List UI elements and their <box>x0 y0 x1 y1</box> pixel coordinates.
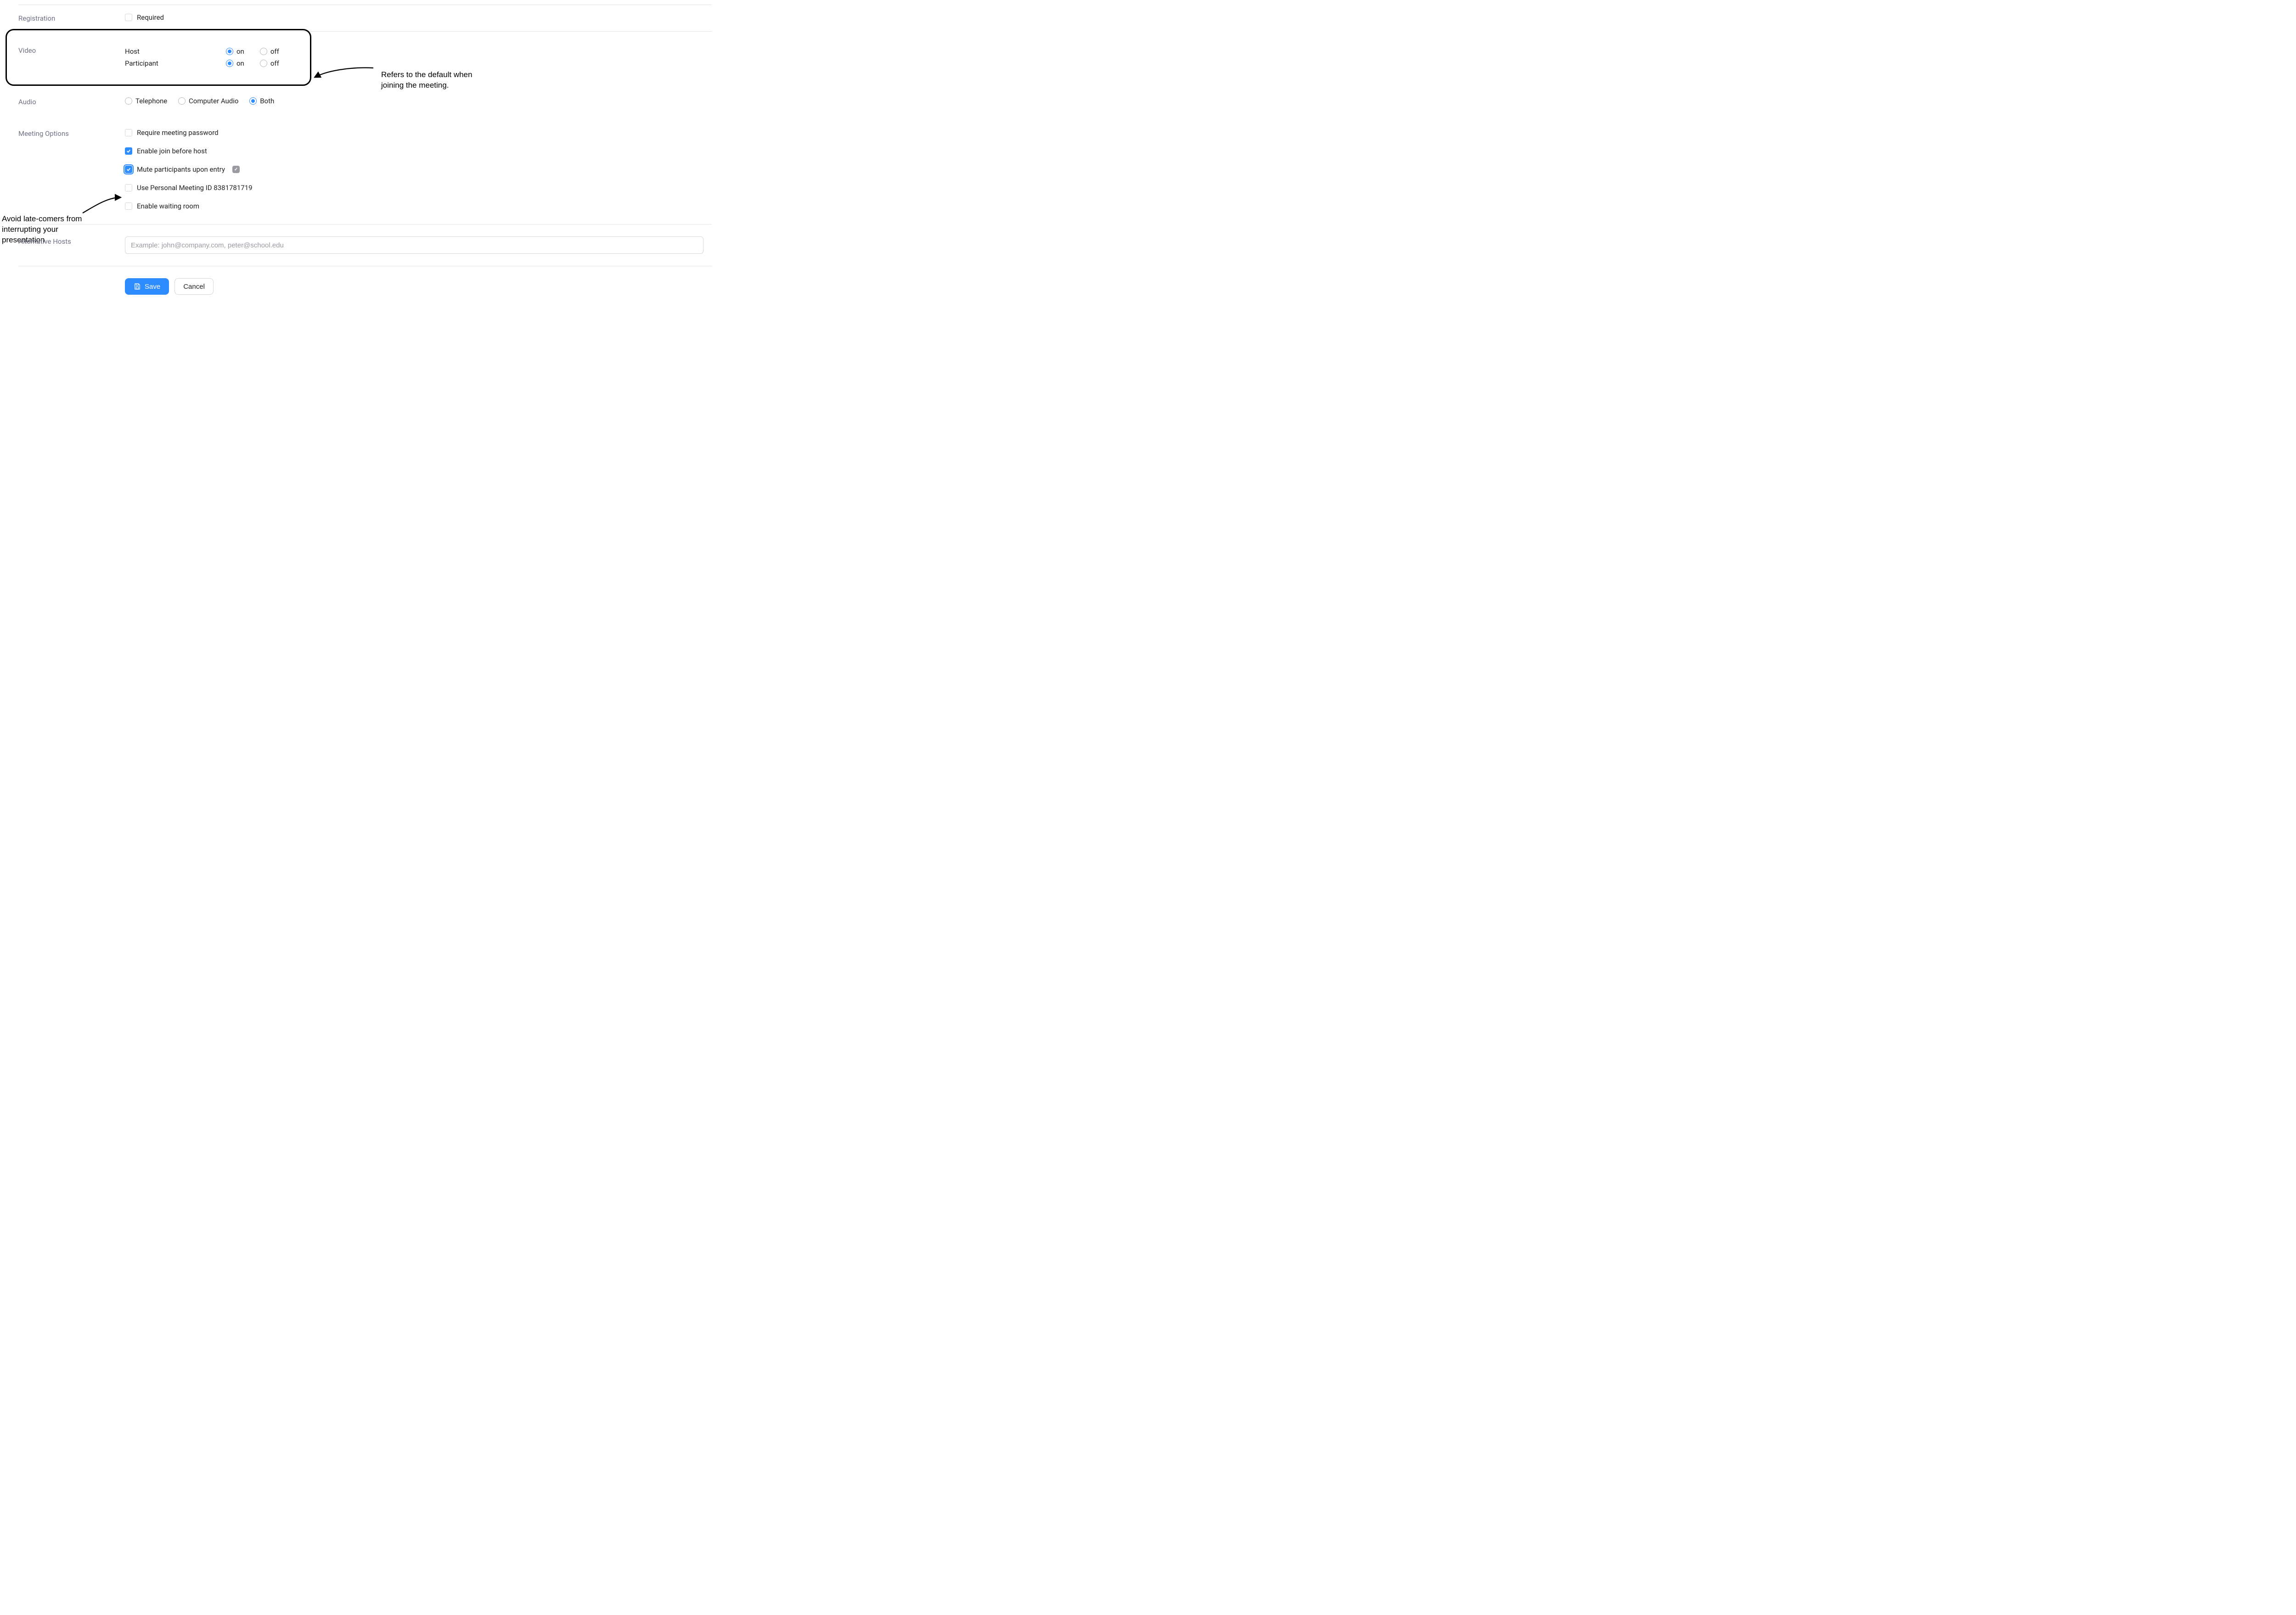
info-icon: ✓ <box>232 166 240 173</box>
cancel-button-label: Cancel <box>183 283 205 291</box>
cancel-button[interactable]: Cancel <box>174 278 214 295</box>
audio-telephone-radio[interactable]: Telephone <box>125 97 167 105</box>
video-label: Video <box>18 45 125 55</box>
video-participant-label: Participant <box>125 59 226 67</box>
radio-label: Both <box>260 97 274 105</box>
checkbox-label: Mute participants upon entry <box>137 165 225 174</box>
save-button-label: Save <box>145 283 160 291</box>
radio-label: off <box>270 59 279 67</box>
alternative-hosts-label: Alternative Hosts <box>18 236 125 246</box>
video-host-label: Host <box>125 47 226 56</box>
meeting-options-label: Meeting Options <box>18 129 125 138</box>
checkbox-label: Require meeting password <box>137 129 219 137</box>
checkbox-label: Enable waiting room <box>137 202 199 210</box>
option-mute-on-entry-checkbox[interactable]: Mute participants upon entry ✓ <box>125 165 712 174</box>
radio-dot <box>178 97 186 105</box>
save-icon <box>134 283 141 290</box>
checkbox-box <box>125 202 132 210</box>
checkbox-box <box>125 166 132 173</box>
alternative-hosts-input[interactable] <box>125 236 703 254</box>
section-registration: Registration Required <box>18 5 712 31</box>
video-host-on-radio[interactable]: on <box>226 47 244 56</box>
registration-required-checkbox[interactable]: Required <box>125 13 164 22</box>
checkbox-box <box>125 129 132 136</box>
radio-label: on <box>236 59 244 67</box>
checkbox-box <box>125 184 132 191</box>
section-meeting-options: Meeting Options Require meeting password… <box>18 122 712 224</box>
radio-label: on <box>236 47 244 56</box>
checkbox-box <box>125 14 132 21</box>
audio-computer-radio[interactable]: Computer Audio <box>178 97 238 105</box>
radio-dot <box>260 60 267 67</box>
radio-label: Computer Audio <box>189 97 238 105</box>
checkbox-label: Enable join before host <box>137 147 207 155</box>
section-alternative-hosts: Alternative Hosts <box>18 224 712 266</box>
video-host-off-radio[interactable]: off <box>260 47 279 56</box>
radio-dot <box>125 97 132 105</box>
radio-dot <box>226 60 233 67</box>
radio-label: Telephone <box>135 97 167 105</box>
option-require-password-checkbox[interactable]: Require meeting password <box>125 129 712 137</box>
registration-label: Registration <box>18 13 125 22</box>
button-row: Save Cancel <box>125 266 712 304</box>
radio-dot <box>249 97 257 105</box>
section-audio: Audio Telephone Computer Audio Both <box>18 91 712 122</box>
save-button[interactable]: Save <box>125 278 169 295</box>
radio-dot <box>260 48 267 55</box>
option-waiting-room-checkbox[interactable]: Enable waiting room <box>125 202 712 210</box>
checkbox-label: Use Personal Meeting ID 8381781719 <box>137 184 253 192</box>
audio-label: Audio <box>18 97 125 106</box>
checkbox-box <box>125 147 132 155</box>
video-participant-on-radio[interactable]: on <box>226 59 244 67</box>
arrow-to-video-icon <box>312 63 377 85</box>
option-join-before-host-checkbox[interactable]: Enable join before host <box>125 147 712 155</box>
annotation-video-default: Refers to the default when joining the m… <box>381 70 487 91</box>
radio-label: off <box>270 47 279 56</box>
audio-both-radio[interactable]: Both <box>249 97 274 105</box>
option-use-pmi-checkbox[interactable]: Use Personal Meeting ID 8381781719 <box>125 184 712 192</box>
video-participant-off-radio[interactable]: off <box>260 59 279 67</box>
arrow-to-mute-icon <box>81 193 122 215</box>
checkbox-label: Required <box>137 13 164 22</box>
radio-dot <box>226 48 233 55</box>
